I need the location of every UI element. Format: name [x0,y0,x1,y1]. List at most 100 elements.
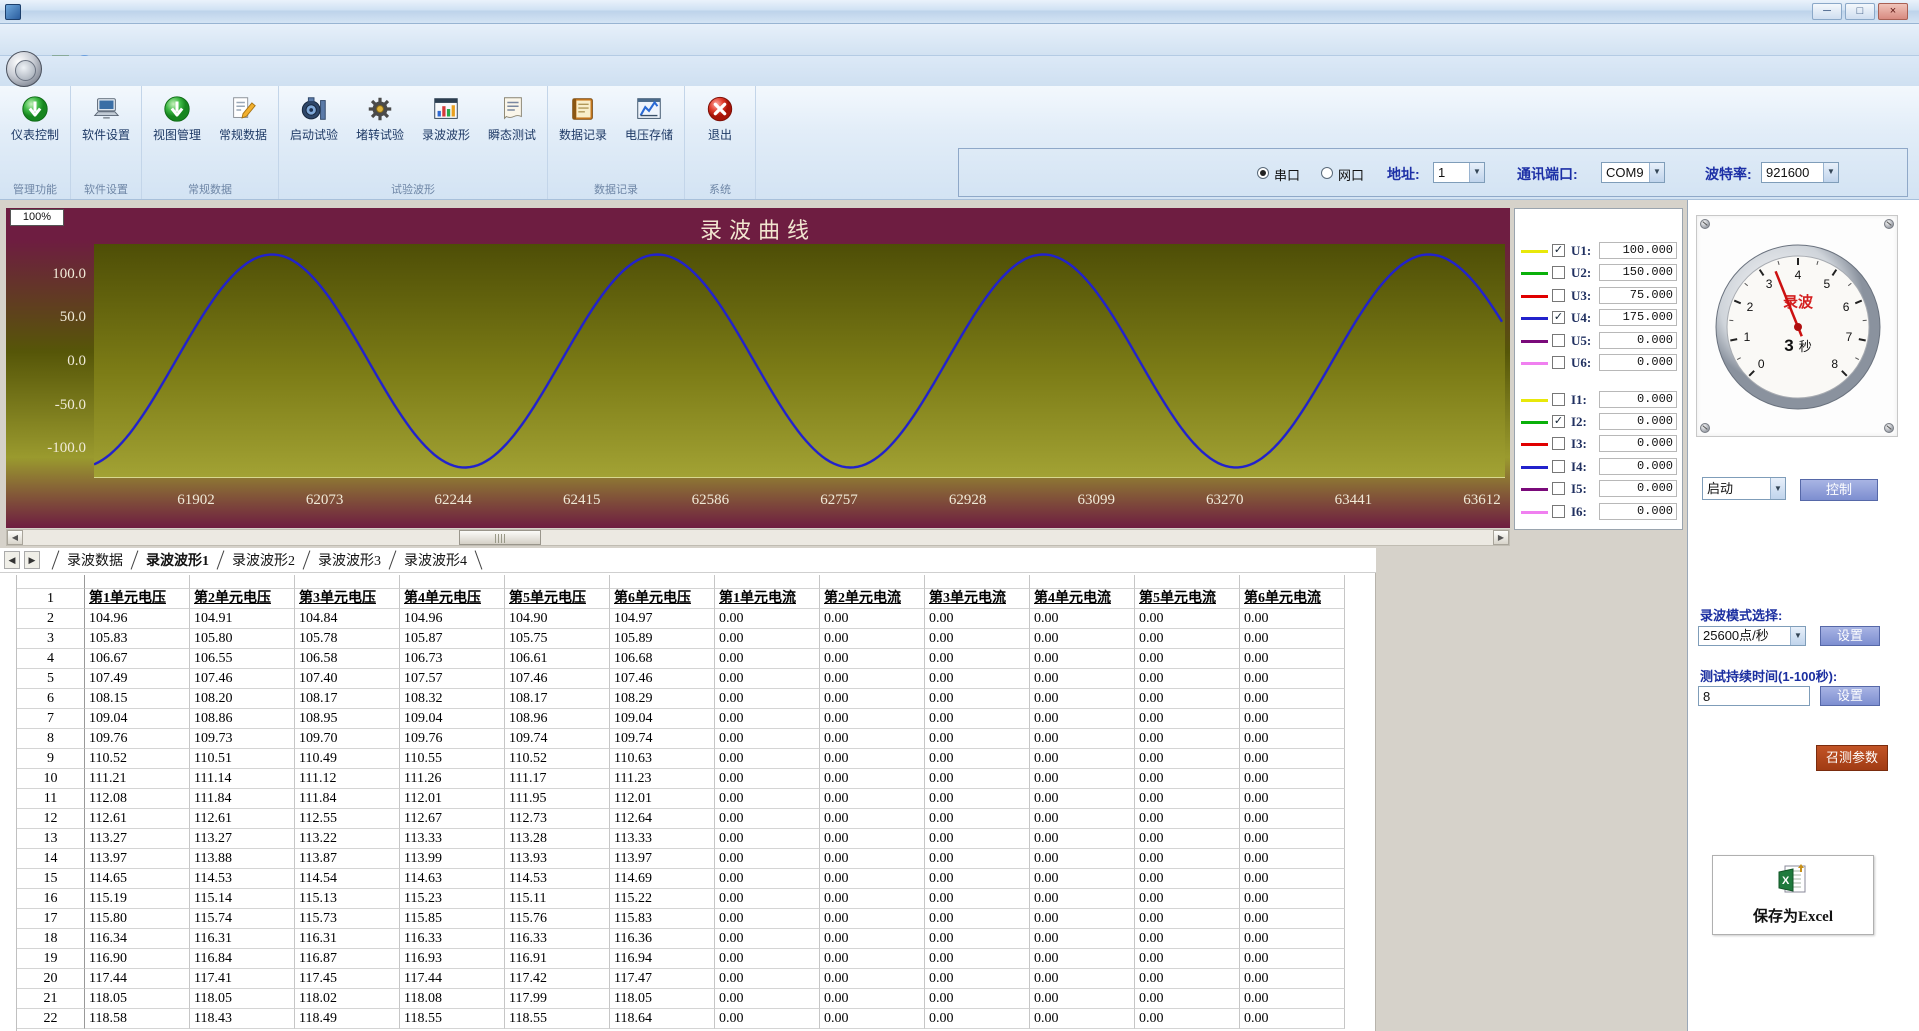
table-cell[interactable]: 0.00 [925,769,1030,789]
row-number[interactable]: 1 [17,589,85,609]
ribbon-button[interactable]: 启动试验 [282,93,346,142]
table-cell[interactable] [85,575,190,589]
table-cell[interactable]: 107.57 [400,669,505,689]
row-number[interactable]: 6 [17,689,85,709]
table-cell[interactable]: 104.96 [85,609,190,629]
table-cell[interactable]: 113.93 [505,849,610,869]
table-cell[interactable]: 108.17 [295,689,400,709]
table-cell[interactable]: 0.00 [715,869,820,889]
table-cell[interactable]: 105.80 [190,629,295,649]
table-cell[interactable]: 115.19 [85,889,190,909]
table-cell[interactable]: 0.00 [1240,989,1345,1009]
table-cell[interactable]: 105.83 [85,629,190,649]
table-cell[interactable]: 107.46 [190,669,295,689]
table-cell[interactable]: 108.20 [190,689,295,709]
chart-horizontal-scrollbar[interactable]: ◀ ▶ [6,529,1510,546]
table-cell[interactable]: 0.00 [1030,869,1135,889]
table-cell[interactable]: 0.00 [820,829,925,849]
control-button[interactable]: 控制 [1800,479,1878,501]
ribbon-button[interactable]: 录波波形 [414,93,478,142]
table-cell[interactable] [505,575,610,589]
table-cell[interactable]: 0.00 [1135,829,1240,849]
table-cell[interactable]: 117.45 [295,969,400,989]
table-cell[interactable]: 105.75 [505,629,610,649]
table-cell[interactable]: 118.64 [610,1009,715,1029]
table-cell[interactable]: 115.83 [610,909,715,929]
table-cell[interactable]: 116.94 [610,949,715,969]
table-cell[interactable]: 105.78 [295,629,400,649]
table-cell[interactable]: 0.00 [1030,889,1135,909]
table-cell[interactable]: 114.69 [610,869,715,889]
row-number[interactable]: 5 [17,669,85,689]
table-cell[interactable]: 0.00 [820,789,925,809]
table-cell[interactable]: 0.00 [1030,729,1135,749]
table-cell[interactable] [715,575,820,589]
table-cell[interactable]: 111.84 [295,789,400,809]
table-cell[interactable]: 108.95 [295,709,400,729]
table-cell[interactable] [190,575,295,589]
table-cell[interactable]: 115.80 [85,909,190,929]
table-cell[interactable]: 0.00 [1135,749,1240,769]
table-cell[interactable]: 118.05 [85,989,190,1009]
table-cell[interactable]: 0.00 [1135,689,1240,709]
table-cell[interactable]: 0.00 [1135,609,1240,629]
table-cell[interactable]: 0.00 [1030,809,1135,829]
table-cell[interactable]: 0.00 [925,789,1030,809]
series-checkbox[interactable] [1552,505,1565,518]
series-checkbox[interactable] [1552,266,1565,279]
table-cell[interactable]: 111.26 [400,769,505,789]
table-cell[interactable]: 105.87 [400,629,505,649]
table-cell[interactable] [400,575,505,589]
table-cell[interactable]: 114.53 [505,869,610,889]
table-cell[interactable]: 109.04 [610,709,715,729]
row-number[interactable] [17,575,85,589]
table-cell[interactable]: 106.68 [610,649,715,669]
table-cell[interactable]: 115.74 [190,909,295,929]
table-cell[interactable]: 117.41 [190,969,295,989]
row-number[interactable]: 17 [17,909,85,929]
table-cell[interactable]: 0.00 [820,969,925,989]
ribbon-button[interactable]: 退出 [688,93,752,142]
table-cell[interactable]: 108.15 [85,689,190,709]
row-number[interactable]: 3 [17,629,85,649]
table-cell[interactable]: 0.00 [1030,709,1135,729]
table-cell[interactable]: 0.00 [1240,909,1345,929]
table-cell[interactable]: 0.00 [1135,649,1240,669]
table-cell[interactable]: 0.00 [1240,609,1345,629]
table-cell[interactable] [1135,575,1240,589]
table-cell[interactable]: 114.65 [85,869,190,889]
table-cell[interactable]: 106.61 [505,649,610,669]
ribbon-button[interactable]: 视图管理 [145,93,209,142]
table-cell[interactable]: 0.00 [925,969,1030,989]
table-cell[interactable]: 112.61 [190,809,295,829]
table-cell[interactable]: 0.00 [820,889,925,909]
table-cell[interactable]: 116.93 [400,949,505,969]
table-cell[interactable]: 118.08 [400,989,505,1009]
table-cell[interactable]: 108.32 [400,689,505,709]
sheet-tab[interactable]: 录波波形2 [230,550,297,570]
port-select[interactable]: COM9▼ [1601,162,1665,183]
series-checkbox[interactable] [1552,356,1565,369]
table-cell[interactable]: 0.00 [1135,789,1240,809]
table-cell[interactable]: 112.55 [295,809,400,829]
table-cell[interactable]: 0.00 [1135,669,1240,689]
table-cell[interactable]: 107.46 [505,669,610,689]
series-checkbox[interactable]: ✓ [1552,244,1565,257]
series-checkbox[interactable] [1552,460,1565,473]
mode-set-button[interactable]: 设置 [1820,626,1880,646]
table-cell[interactable]: 0.00 [925,949,1030,969]
row-number[interactable]: 16 [17,889,85,909]
table-cell[interactable]: 109.76 [85,729,190,749]
table-cell[interactable]: 0.00 [715,889,820,909]
table-cell[interactable]: 0.00 [1030,609,1135,629]
table-cell[interactable]: 0.00 [715,629,820,649]
column-header[interactable]: 第2单元电流 [820,589,925,609]
column-header[interactable]: 第2单元电压 [190,589,295,609]
table-cell[interactable]: 118.58 [85,1009,190,1029]
table-cell[interactable]: 117.42 [505,969,610,989]
table-cell[interactable]: 108.96 [505,709,610,729]
table-cell[interactable]: 0.00 [820,1009,925,1029]
table-cell[interactable]: 0.00 [1135,769,1240,789]
table-cell[interactable]: 0.00 [1030,629,1135,649]
row-number[interactable]: 18 [17,929,85,949]
